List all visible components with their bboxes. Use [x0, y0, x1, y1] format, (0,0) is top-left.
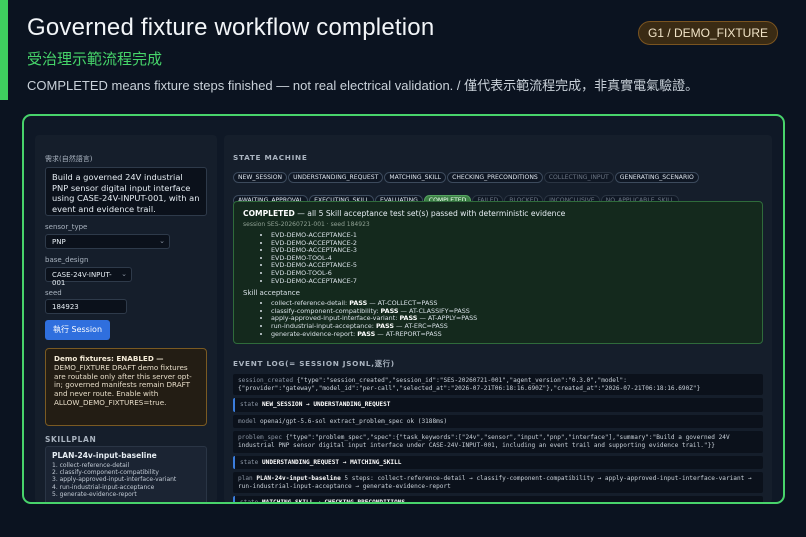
base-design-label: base_design: [45, 256, 89, 264]
result-status: COMPLETED: [243, 209, 295, 218]
evidence-list: EVD-DEMO-ACCEPTANCE-1 EVD-DEMO-ACCEPTANC…: [243, 231, 753, 286]
request-textarea[interactable]: Build a governed 24V industrial PNP sens…: [45, 167, 207, 216]
event-emphasis: NEW_SESSION → UNDERSTANDING_REQUEST: [262, 401, 391, 409]
page-description: COMPLETED means fixture steps finished —…: [27, 78, 699, 93]
event-log-row: state NEW_SESSION → UNDERSTANDING_REQUES…: [233, 398, 763, 412]
event-kind: state: [240, 499, 259, 503]
page-subtitle: 受治理示範流程完成: [27, 50, 163, 68]
acceptance-list: collect-reference-detail: PASS — AT-COLL…: [243, 299, 753, 339]
event-text: {"type":"session_created","session_id":"…: [238, 377, 701, 392]
event-log: session_created {"type":"session_created…: [233, 374, 763, 503]
request-panel: 需求(自然語言) Build a governed 24V industrial…: [35, 135, 217, 502]
result-headline: COMPLETED — all 5 Skill acceptance test …: [243, 209, 753, 218]
event-log-row: session_created {"type":"session_created…: [233, 374, 763, 396]
base-design-value: CASE-24V-INPUT-001: [52, 271, 112, 287]
result-summary: — all 5 Skill acceptance test set(s) pas…: [297, 209, 566, 218]
event-kind: model: [238, 417, 257, 425]
result-meta: session SES-20260721-001 · seed 184923: [243, 221, 370, 228]
event-kind: plan: [238, 475, 253, 483]
evidence-item: EVD-DEMO-ACCEPTANCE-5: [271, 262, 753, 270]
sensor-type-select[interactable]: PNP ⌄: [45, 234, 170, 249]
acceptance-heading: Skill acceptance: [243, 289, 300, 298]
event-log-row: problem_spec {"type":"problem_spec","spe…: [233, 431, 763, 453]
skillplan-name: PLAN-24v-input-baseline: [52, 451, 157, 460]
mode-badge: G1 / DEMO_FIXTURE: [637, 21, 778, 45]
event-log-row: plan PLAN-24v-input-baseline 5 steps: co…: [233, 472, 763, 494]
seed-input[interactable]: 184923: [45, 299, 127, 314]
base-design-select[interactable]: CASE-24V-INPUT-001 ⌄: [45, 267, 132, 287]
skillplan-step: 2. classify-component-compatibility: [52, 469, 159, 477]
evidence-item: EVD-DEMO-ACCEPTANCE-7: [271, 277, 753, 286]
workflow-frame: 需求(自然語言) Build a governed 24V industrial…: [22, 114, 785, 504]
event-log-heading: EVENT LOG(= SESSION JSONL,逐行): [233, 359, 395, 368]
event-kind: state: [240, 458, 259, 466]
event-emphasis: MATCHING_SKILL → CHECKING_PRECONDITIONS: [262, 499, 406, 503]
result-card: COMPLETED — all 5 Skill acceptance test …: [233, 201, 763, 344]
event-log-row: state UNDERSTANDING_REQUEST → MATCHING_S…: [233, 455, 763, 470]
state-chip-checking-preconditions: CHECKING_PRECONDITIONS: [447, 172, 543, 183]
event-emphasis: UNDERSTANDING_REQUEST → MATCHING_SKILL: [262, 458, 402, 466]
event-kind: state: [240, 401, 259, 409]
skillplan-step: 5. generate-evidence-report: [52, 490, 137, 498]
demo-fixtures-body: DEMO_FIXTURE DRAFT demo fixtures are rou…: [54, 362, 192, 407]
skillplan-heading: SKILLPLAN: [45, 435, 97, 444]
acceptance-item: generate-evidence-report: PASS — AT-REPO…: [271, 330, 753, 339]
state-chip-new-session: NEW_SESSION: [233, 172, 288, 183]
sensor-type-label: sensor_type: [45, 223, 88, 231]
sensor-type-value: PNP: [52, 238, 66, 246]
event-kind: session_created: [238, 377, 294, 384]
event-log-row: model openai/gpt-5.6-sol extract_problem…: [233, 414, 763, 429]
event-text: {"type":"problem_spec","spec":{"task_key…: [238, 434, 730, 449]
run-session-button[interactable]: 執行 Session: [45, 320, 110, 340]
request-label: 需求(自然語言): [45, 155, 93, 163]
state-chip-collecting-input: COLLECTING_INPUT: [543, 172, 614, 183]
event-text: openai/gpt-5.6-sol extract_problem_spec …: [260, 417, 448, 425]
state-machine-heading: STATE MACHINE: [233, 153, 308, 162]
state-chip-generating-scenario: GENERATING_SCENARIO: [614, 172, 699, 183]
evidence-item: EVD-DEMO-ACCEPTANCE-3: [271, 247, 753, 255]
skillplan-step: 1. collect-reference-detail: [52, 462, 130, 469]
event-log-row: state MATCHING_SKILL → CHECKING_PRECONDI…: [233, 496, 763, 503]
state-chip-understanding-request: UNDERSTANDING_REQUEST: [288, 172, 384, 183]
chevron-down-icon: ⌄: [121, 270, 127, 278]
session-panel: STATE MACHINE NEW_SESSION UNDERSTANDING_R…: [224, 135, 772, 503]
event-kind: problem_spec: [238, 434, 283, 442]
header-accent-bar: [0, 0, 8, 100]
skillplan-card: PLAN-24v-input-baseline 1. collect-refer…: [45, 446, 207, 502]
skillplan-step: 4. run-industrial-input-acceptance: [52, 483, 155, 491]
state-chip-matching-skill: MATCHING_SKILL: [384, 172, 447, 183]
skillplan-step: 3. apply-approved-input-interface-varian…: [52, 476, 177, 484]
chevron-down-icon: ⌄: [159, 237, 165, 245]
demo-fixtures-notice: Demo fixtures: ENABLED — DEMO_FIXTURE DR…: [45, 348, 207, 426]
demo-fixtures-title: Demo fixtures: ENABLED —: [54, 354, 164, 363]
event-emphasis: PLAN-24v-input-baseline: [256, 475, 341, 483]
page-title: Governed fixture workflow completion: [27, 14, 435, 41]
seed-label: seed: [45, 289, 62, 297]
